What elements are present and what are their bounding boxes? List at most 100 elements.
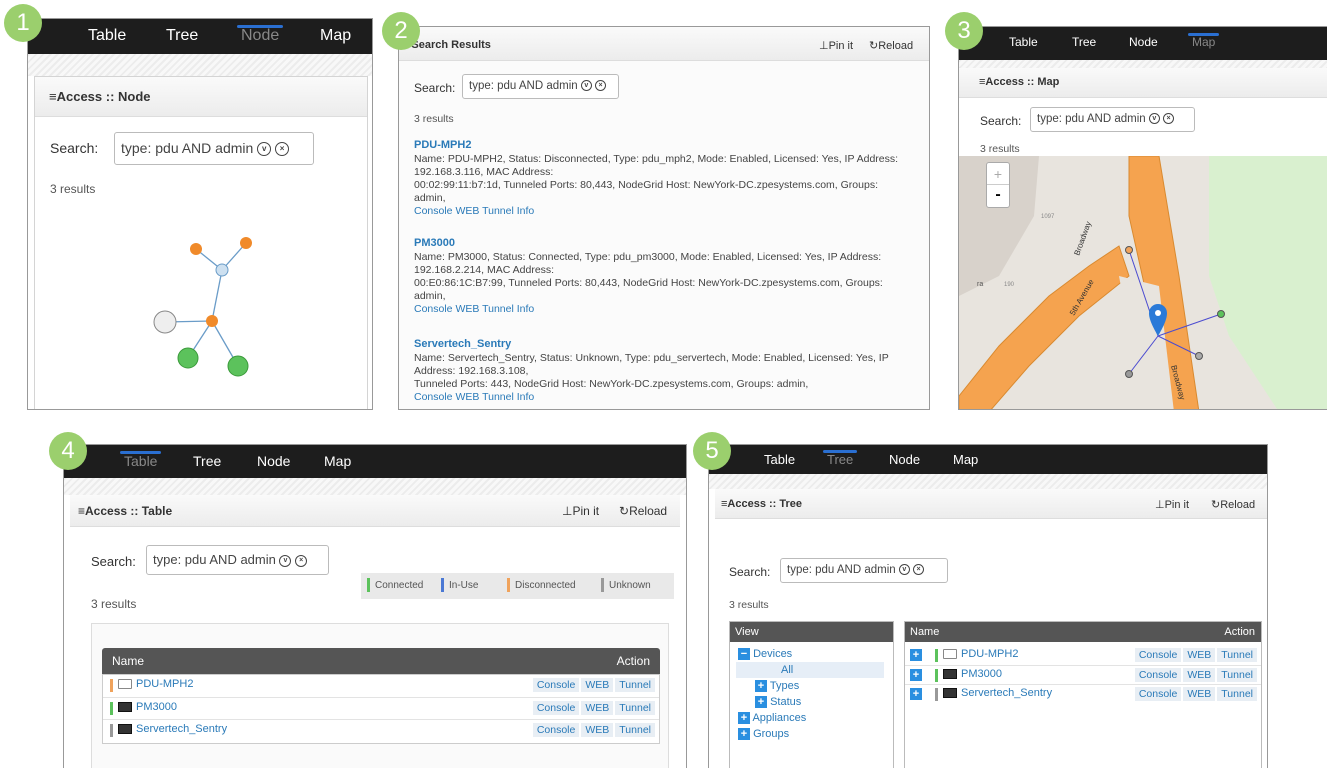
console-button[interactable]: Console xyxy=(1134,668,1182,682)
expand-icon[interactable]: + xyxy=(755,696,767,709)
web-button[interactable]: WEB xyxy=(1183,668,1216,682)
reload-button[interactable]: ↻Reload xyxy=(619,504,667,518)
table-row[interactable]: + PM3000 Console WEB Tunnel xyxy=(905,665,1261,684)
device-name-link[interactable]: Servertech_Sentry xyxy=(961,687,1052,699)
expand-icon[interactable]: + xyxy=(910,649,922,661)
console-web-tunnel-link[interactable]: Console WEB Tunnel Info xyxy=(414,303,883,316)
nav-table[interactable]: Table xyxy=(764,452,795,467)
device-name-link[interactable]: PM3000 xyxy=(136,701,177,713)
web-button[interactable]: WEB xyxy=(581,678,614,692)
nav-node[interactable]: Node xyxy=(236,25,284,45)
tree-item-status[interactable]: + Status xyxy=(738,694,884,710)
device-name-link[interactable]: PDU-MPH2 xyxy=(961,648,1018,660)
node-orange-3[interactable] xyxy=(206,315,218,327)
pin-it-button[interactable]: ⊥Pin it xyxy=(1155,498,1189,511)
chevron-down-icon[interactable]: v xyxy=(279,554,292,567)
tree-item-devices[interactable]: − Devices xyxy=(738,646,884,662)
web-button[interactable]: WEB xyxy=(581,701,614,715)
node-gray[interactable] xyxy=(153,310,177,334)
web-button[interactable]: WEB xyxy=(1183,687,1216,701)
clear-icon[interactable]: × xyxy=(595,80,607,92)
search-input[interactable]: type: pdu AND admin v × xyxy=(780,558,948,583)
map-node[interactable] xyxy=(1125,370,1133,378)
clear-icon[interactable]: × xyxy=(295,554,308,567)
clear-icon[interactable]: × xyxy=(913,564,925,576)
node-orange-1[interactable] xyxy=(190,243,202,255)
nav-table[interactable]: Table xyxy=(119,451,163,469)
expand-icon[interactable]: + xyxy=(755,680,767,693)
table-row[interactable]: + Servertech_Sentry Console WEB Tunnel xyxy=(905,684,1261,703)
nav-map[interactable]: Map xyxy=(953,452,978,467)
nav-table[interactable]: Table xyxy=(1009,35,1038,49)
nav-tree[interactable]: Tree xyxy=(1072,35,1096,49)
device-name-link[interactable]: PDU-MPH2 xyxy=(136,678,193,690)
table-row[interactable]: Servertech_Sentry Console WEB Tunnel xyxy=(103,719,659,741)
expand-icon[interactable]: + xyxy=(738,728,750,741)
nav-tree[interactable]: Tree xyxy=(193,453,221,469)
node-orange-2[interactable] xyxy=(240,237,252,249)
node-green-1[interactable] xyxy=(177,347,199,369)
nav-map[interactable]: Map xyxy=(1187,33,1220,49)
console-button[interactable]: Console xyxy=(532,701,580,715)
tree-item-appliances[interactable]: + Appliances xyxy=(738,710,884,726)
tunnel-button[interactable]: Tunnel xyxy=(615,678,655,692)
clear-icon[interactable]: × xyxy=(1163,113,1175,125)
chevron-down-icon[interactable]: v xyxy=(898,564,910,576)
map-canvas[interactable]: Broadway 5th Avenue Broadway 1097 190 ra xyxy=(959,156,1327,410)
expand-icon[interactable]: + xyxy=(910,669,922,681)
nav-table[interactable]: Table xyxy=(88,27,126,45)
tunnel-button[interactable]: Tunnel xyxy=(1217,648,1257,662)
nav-tree[interactable]: Tree xyxy=(822,450,858,467)
nav-node[interactable]: Node xyxy=(889,452,920,467)
console-button[interactable]: Console xyxy=(532,678,580,692)
column-name[interactable]: Name xyxy=(112,648,144,674)
search-input[interactable]: type: pdu AND admin v × xyxy=(462,74,619,99)
tunnel-button[interactable]: Tunnel xyxy=(615,723,655,737)
search-input[interactable]: type: pdu AND admin v × xyxy=(146,545,329,575)
tunnel-button[interactable]: Tunnel xyxy=(615,701,655,715)
column-name[interactable]: Name xyxy=(910,622,939,642)
device-name-link[interactable]: PM3000 xyxy=(961,668,1002,680)
collapse-icon[interactable]: − xyxy=(738,648,750,661)
nav-tree[interactable]: Tree xyxy=(166,27,198,45)
tunnel-button[interactable]: Tunnel xyxy=(1217,687,1257,701)
tree-item-all[interactable]: All xyxy=(736,662,884,678)
reload-button[interactable]: ↻Reload xyxy=(1211,498,1255,511)
reload-button[interactable]: ↻Reload xyxy=(869,39,913,52)
chevron-down-icon[interactable]: v xyxy=(580,80,592,92)
table-row[interactable]: PDU-MPH2 Console WEB Tunnel xyxy=(103,675,659,696)
menu-icon[interactable]: ≡ xyxy=(78,504,85,518)
result-title[interactable]: PM3000 xyxy=(414,237,455,249)
web-button[interactable]: WEB xyxy=(581,723,614,737)
nav-node[interactable]: Node xyxy=(257,453,290,469)
tree-item-types[interactable]: + Types xyxy=(738,678,884,694)
pin-it-button[interactable]: ⊥Pin it xyxy=(562,504,599,518)
console-button[interactable]: Console xyxy=(532,723,580,737)
node-hub-blue[interactable] xyxy=(215,263,229,277)
console-web-tunnel-link[interactable]: Console WEB Tunnel Info xyxy=(414,391,889,404)
console-button[interactable]: Console xyxy=(1134,648,1182,662)
device-name-link[interactable]: Servertech_Sentry xyxy=(136,723,227,735)
nav-node[interactable]: Node xyxy=(1129,35,1158,49)
nav-map[interactable]: Map xyxy=(324,453,351,469)
tunnel-button[interactable]: Tunnel xyxy=(1217,668,1257,682)
table-row[interactable]: + PDU-MPH2 Console WEB Tunnel xyxy=(905,646,1261,665)
chevron-down-icon[interactable]: v xyxy=(1148,113,1160,125)
result-title[interactable]: Servertech_Sentry xyxy=(414,338,511,350)
map-node[interactable] xyxy=(1125,246,1133,254)
search-input[interactable]: type: pdu AND admin v × xyxy=(1030,107,1195,132)
table-row[interactable]: PM3000 Console WEB Tunnel xyxy=(103,697,659,718)
map-node[interactable] xyxy=(1217,310,1225,318)
web-button[interactable]: WEB xyxy=(1183,648,1216,662)
expand-icon[interactable]: + xyxy=(738,712,750,725)
console-web-tunnel-link[interactable]: Console WEB Tunnel Info xyxy=(414,205,898,218)
zoom-out-button[interactable]: - xyxy=(987,185,1009,207)
map-node[interactable] xyxy=(1195,352,1203,360)
expand-icon[interactable]: + xyxy=(910,688,922,700)
node-green-2[interactable] xyxy=(227,355,249,377)
tree-item-groups[interactable]: + Groups xyxy=(738,726,884,742)
nav-map[interactable]: Map xyxy=(320,27,351,45)
console-button[interactable]: Console xyxy=(1134,687,1182,701)
zoom-in-button[interactable]: + xyxy=(987,163,1009,185)
result-title[interactable]: PDU-MPH2 xyxy=(414,139,471,151)
